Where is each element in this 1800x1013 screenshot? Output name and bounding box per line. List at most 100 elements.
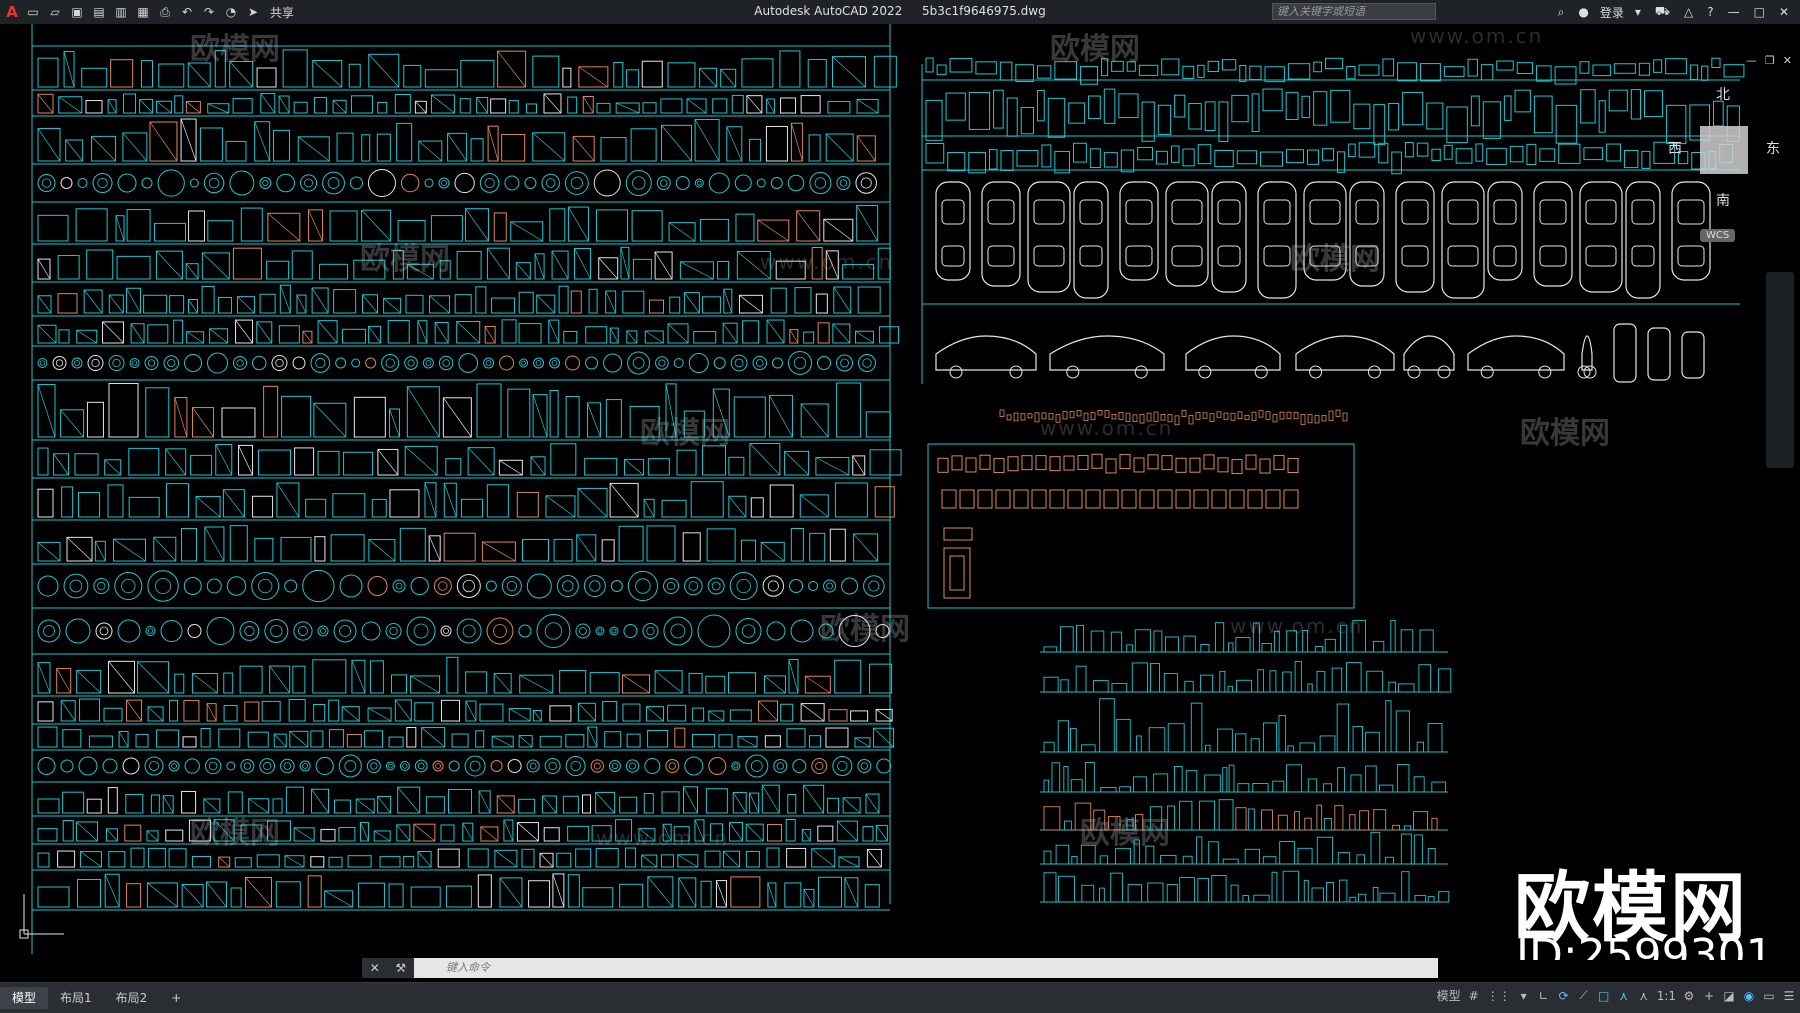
block-symbol [711, 581, 721, 591]
save-web-icon[interactable]: ▦ [134, 3, 152, 21]
block-symbol [77, 178, 88, 188]
hardware-accel-icon[interactable]: ◉ [1742, 989, 1756, 1003]
workspace-icon[interactable]: ◔ [222, 3, 240, 21]
tab-model[interactable]: 模型 [0, 987, 49, 1009]
plus-icon[interactable]: + [1702, 989, 1716, 1003]
block-symbol [532, 394, 548, 438]
plot-icon[interactable]: ⎙ [156, 3, 174, 21]
redo-icon[interactable]: ↷ [200, 3, 218, 21]
ornament-symbol [1443, 144, 1453, 160]
block-symbol [565, 734, 585, 748]
block-symbol [137, 661, 169, 694]
chevron-down-icon[interactable]: ▾ [1632, 5, 1644, 19]
viewcube-cube[interactable] [1700, 126, 1748, 174]
block-symbol [708, 710, 724, 722]
block-symbol [667, 704, 687, 722]
block-symbol [79, 698, 101, 722]
viewcube-north[interactable]: 北 [1716, 84, 1730, 104]
open-web-icon[interactable]: ▥ [112, 3, 130, 21]
close-command-icon[interactable]: ✕ [370, 961, 380, 975]
ornament-symbol [1358, 64, 1380, 76]
furniture-symbol [1091, 453, 1103, 469]
elevation-symbol [1279, 841, 1296, 865]
ortho-icon[interactable]: ∟ [1537, 989, 1551, 1003]
clean-screen-icon[interactable]: ▭ [1762, 989, 1776, 1003]
block-symbol [377, 101, 388, 114]
login-label[interactable]: 登录 [1600, 4, 1624, 21]
block-symbol [351, 358, 361, 368]
block-symbol [596, 102, 611, 114]
osnap-icon[interactable]: □ [1597, 989, 1611, 1003]
furniture-symbol [1175, 457, 1187, 473]
customization-menu-icon[interactable]: ☰ [1782, 989, 1796, 1003]
ornament-symbol [1182, 148, 1195, 167]
annotation-autoscale-icon[interactable]: ⋏ [1637, 989, 1651, 1003]
help-icon[interactable]: ? [1704, 5, 1716, 19]
polar-icon[interactable]: ⟳ [1557, 989, 1571, 1003]
command-input[interactable]: 键入命令 [414, 958, 1438, 978]
grid-icon[interactable]: # [1467, 989, 1481, 1003]
block-symbol [496, 795, 515, 814]
viewport-restore-icon[interactable]: ❐ [1765, 54, 1775, 67]
block-symbol [730, 876, 761, 908]
cart-icon[interactable]: ⛟ [1652, 4, 1673, 20]
block-symbol [501, 134, 526, 162]
block-symbol [397, 219, 426, 242]
open-folder-icon[interactable]: ▱ [46, 3, 64, 21]
block-symbol [609, 626, 619, 636]
block-symbol [260, 93, 276, 114]
elevation-symbol [1060, 626, 1074, 653]
ornament-symbol [1514, 89, 1531, 113]
isolate-icon[interactable]: ◪ [1722, 989, 1736, 1003]
block-symbol [319, 263, 349, 280]
undo-icon[interactable]: ↶ [178, 3, 196, 21]
autocad-logo-icon[interactable]: A [4, 3, 20, 21]
search-icon[interactable]: ⌕ [1555, 5, 1568, 20]
wcs-menu[interactable]: WCS [1700, 229, 1736, 242]
user-icon[interactable]: ● [1575, 5, 1591, 19]
save-as-icon[interactable]: ▤ [90, 3, 108, 21]
share-icon[interactable]: ➤ [244, 3, 262, 21]
autodesk-a360-icon[interactable]: △ [1681, 5, 1696, 19]
snap-icon[interactable]: ⋮⋮ [1487, 989, 1511, 1003]
viewport-minimize-icon[interactable]: — [1746, 54, 1757, 67]
scale-label[interactable]: 1:1 [1657, 989, 1676, 1003]
elevation-symbol [1286, 630, 1297, 653]
block-symbol [729, 822, 743, 842]
save-icon[interactable]: ▣ [68, 3, 86, 21]
elevation-symbol [1100, 787, 1117, 793]
drawing-canvas[interactable]: — ❐ ✕ 北 西 东 南 WCS 欧模网 欧模网 www.om.cn 欧模网 … [0, 24, 1800, 960]
annotation-visibility-icon[interactable]: ⋏ [1617, 989, 1631, 1003]
maximize-icon[interactable]: □ [1751, 5, 1768, 19]
strip-symbol [1132, 414, 1138, 422]
gear-icon[interactable]: ⚙ [1682, 989, 1696, 1003]
close-icon[interactable]: ✕ [1776, 5, 1792, 19]
block-symbol [240, 207, 263, 242]
elevation-symbol [1153, 773, 1169, 793]
minimize-icon[interactable]: — [1725, 5, 1743, 19]
viewcube-east[interactable]: 东 [1766, 138, 1780, 158]
viewcube-south[interactable]: 南 [1716, 190, 1730, 210]
customize-icon[interactable]: ⚒ [395, 961, 406, 975]
block-symbol [371, 498, 387, 518]
search-input[interactable]: 键入关键字或短语 [1272, 3, 1436, 20]
elevation-symbol [1438, 891, 1450, 903]
title-bar: A ▭ ▱ ▣ ▤ ▥ ▦ ⎙ ↶ ↷ ◔ ➤ 共享 Autodesk Auto… [0, 0, 1800, 25]
share-label[interactable]: 共享 [270, 4, 294, 21]
isodraft-icon[interactable]: ⟋ [1577, 988, 1591, 1003]
viewcube[interactable]: 北 西 东 南 [1668, 84, 1790, 244]
add-layout-icon[interactable]: + [159, 987, 193, 1009]
elevation-symbol [1427, 722, 1443, 753]
tab-layout2[interactable]: 布局2 [104, 987, 160, 1009]
model-space-label[interactable]: 模型 [1437, 987, 1461, 1004]
tab-layout1[interactable]: 布局1 [48, 987, 104, 1009]
block-symbol [432, 760, 444, 772]
navigation-bar[interactable] [1766, 272, 1794, 468]
chevron-down-icon[interactable]: ▾ [1517, 989, 1531, 1003]
block-symbol [579, 627, 587, 635]
viewcube-west[interactable]: 西 [1668, 138, 1682, 158]
viewport-close-icon[interactable]: ✕ [1783, 54, 1792, 67]
new-file-icon[interactable]: ▭ [24, 3, 42, 21]
block-symbol [410, 576, 429, 596]
block-symbol [338, 754, 362, 778]
